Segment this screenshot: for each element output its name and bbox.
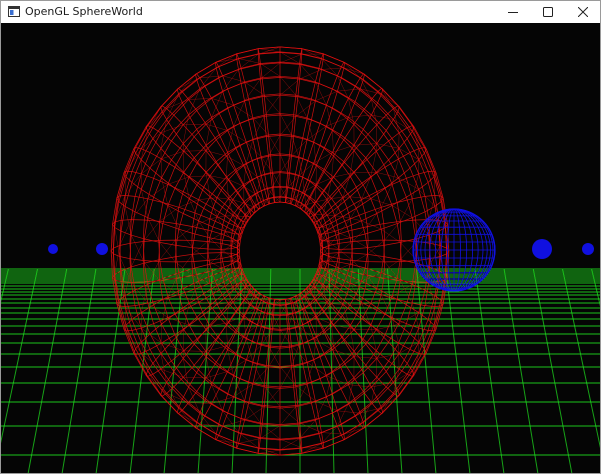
wireframe-torus xyxy=(110,46,450,456)
minimize-button[interactable] xyxy=(495,1,531,23)
gl-viewport[interactable] xyxy=(1,23,600,473)
close-button[interactable] xyxy=(565,1,600,23)
maximize-button[interactable] xyxy=(530,1,566,23)
opengl-app-icon xyxy=(8,6,20,17)
wireframe-sphere xyxy=(412,208,496,292)
app-window: OpenGL SphereWorld xyxy=(0,0,601,474)
scene-canvas xyxy=(1,46,600,473)
title-bar[interactable]: OpenGL SphereWorld xyxy=(1,1,600,23)
window-title: OpenGL SphereWorld xyxy=(25,5,143,18)
minimize-icon xyxy=(508,12,518,13)
close-icon xyxy=(578,7,588,17)
maximize-icon xyxy=(543,7,553,17)
